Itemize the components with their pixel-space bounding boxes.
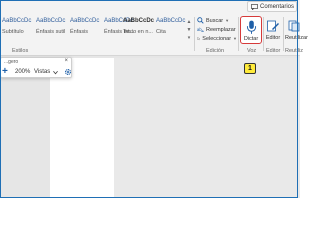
window-frame [0,0,298,198]
